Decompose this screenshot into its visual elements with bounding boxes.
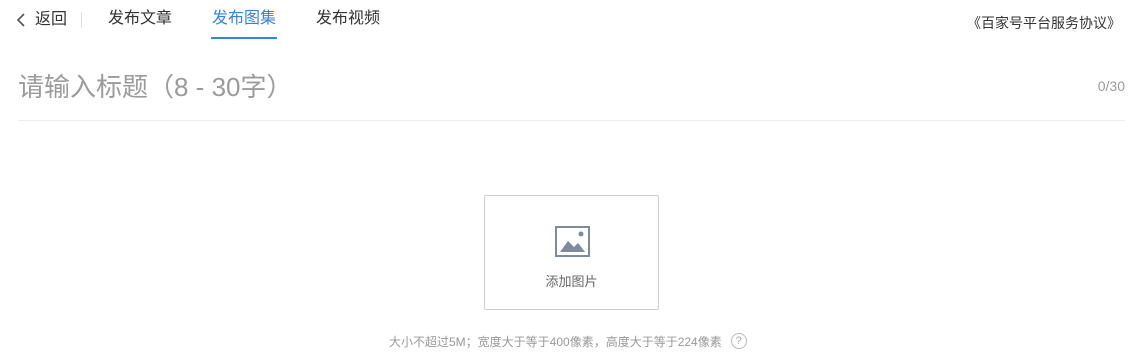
- back-label: 返回: [35, 11, 68, 28]
- back-button[interactable]: 返回: [16, 9, 67, 31]
- tab-publish-video[interactable]: 发布视频: [316, 8, 380, 30]
- upload-requirements: 大小不超过5M；宽度大于等于400像素，高度大于等于224像素 ?: [389, 332, 747, 350]
- add-image-label: 添加图片: [545, 274, 598, 289]
- help-icon[interactable]: ?: [730, 333, 747, 349]
- top-nav-bar: 返回 发布文章 发布图集 发布视频 《百家号平台服务协议》: [0, 0, 1134, 44]
- image-icon: [555, 226, 590, 257]
- tab-publish-gallery[interactable]: 发布图集: [212, 8, 276, 30]
- title-divider: [18, 120, 1125, 121]
- active-tab-indicator: [211, 37, 277, 39]
- add-image-button[interactable]: 添加图片: [484, 195, 659, 310]
- title-input[interactable]: [18, 66, 1078, 108]
- title-char-counter: 0/30: [1097, 78, 1125, 94]
- nav-divider: [81, 12, 82, 28]
- upload-hint-text: 大小不超过5M；宽度大于等于400像素，高度大于等于224像素: [389, 334, 722, 349]
- service-agreement-link[interactable]: 《百家号平台服务协议》: [967, 13, 1121, 33]
- chevron-left-icon: [16, 13, 25, 27]
- tab-publish-article[interactable]: 发布文章: [108, 8, 172, 30]
